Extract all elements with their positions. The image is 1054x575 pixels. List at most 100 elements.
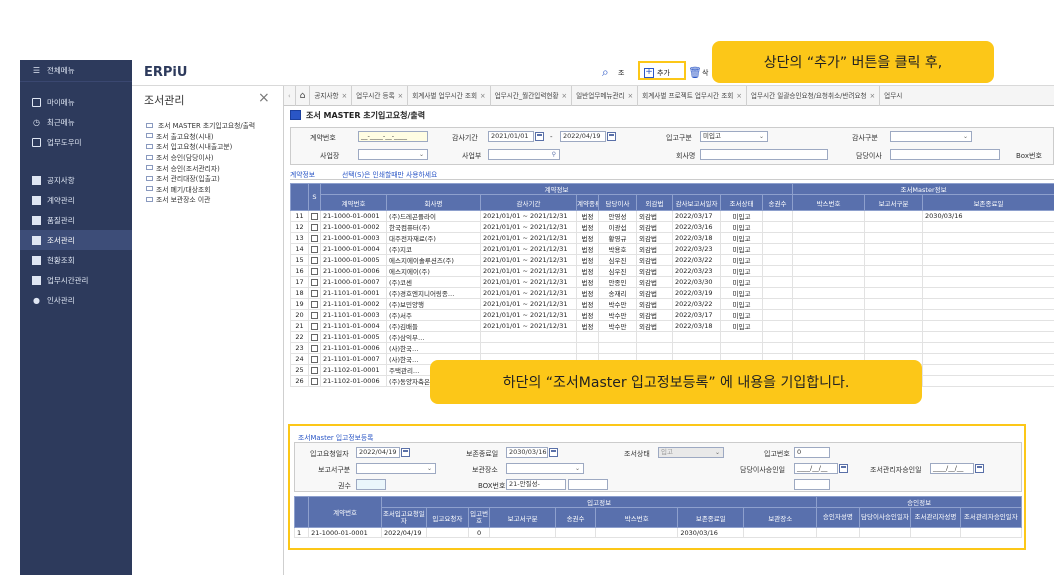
col-header[interactable]: 송권수 bbox=[761, 194, 794, 211]
tree-item[interactable]: 조서 승인(담당이사) bbox=[132, 152, 283, 163]
checkbox-icon[interactable] bbox=[311, 311, 318, 319]
table-row[interactable]: 22 21-1101-01-0005 (주)삼익부… bbox=[290, 331, 1054, 343]
table-row[interactable]: 19 21-1101-01-0002 (주)보민양행 2021/01/01 ~ 202… bbox=[290, 298, 1054, 310]
nav-item-hr[interactable]: ● 인사관리 bbox=[20, 290, 132, 310]
col-header[interactable]: 계약종류 bbox=[576, 194, 599, 211]
table-row[interactable]: 18 21-1101-01-0001 (주)경호엔지니어링종… 2021/01/01 … bbox=[290, 287, 1054, 299]
checkbox-icon[interactable] bbox=[311, 278, 318, 286]
tree-item[interactable]: 조서 승인(조서관리자) bbox=[132, 162, 283, 173]
checkbox-icon[interactable] bbox=[311, 322, 318, 330]
col-header-select[interactable]: S bbox=[308, 183, 321, 211]
tab-item[interactable]: 공지사항 × bbox=[310, 85, 353, 106]
tab-item[interactable]: 회계사별 업무시간 조회 × bbox=[408, 85, 491, 106]
tab-item[interactable]: 업무시간 일괄승인요청/요청취소/반려요청 × bbox=[747, 85, 881, 106]
nav-item-worktime[interactable]: 업무시간관리 bbox=[20, 270, 132, 290]
tab-item[interactable]: 회계사별 프로젝트 업무시간 조회 × bbox=[638, 85, 747, 106]
col-header[interactable]: 보고서구분 bbox=[864, 194, 924, 211]
row-select-checkbox[interactable] bbox=[308, 287, 321, 299]
row-select-checkbox[interactable] bbox=[308, 265, 321, 277]
tab-close-icon[interactable]: × bbox=[736, 92, 742, 100]
checkbox-icon[interactable] bbox=[311, 300, 318, 308]
row-select-checkbox[interactable] bbox=[308, 298, 321, 310]
col-header[interactable]: 외감법 bbox=[636, 194, 673, 211]
checkbox-icon[interactable] bbox=[311, 289, 318, 297]
checkbox-icon[interactable] bbox=[311, 366, 318, 374]
table-row[interactable]: 11 21-1000-01-0001 (주)드레곤플라이 2021/01/01 ~ 2… bbox=[290, 210, 1054, 222]
col-header[interactable]: 회사명 bbox=[386, 194, 481, 211]
tab-item[interactable]: 일반업무메뉴관리 × bbox=[572, 85, 639, 106]
table-row[interactable]: 13 21-1000-01-0003 대주전자재료(주) 2021/01/01 ~ 2… bbox=[290, 232, 1054, 244]
all-menu-button[interactable]: ☰ 전체메뉴 bbox=[20, 60, 132, 82]
trash-icon[interactable]: 🗑 bbox=[688, 66, 702, 79]
row-select-checkbox[interactable] bbox=[308, 221, 321, 233]
checkbox-icon[interactable] bbox=[311, 344, 318, 352]
calendar-icon[interactable] bbox=[607, 132, 616, 141]
nav-item-quality[interactable]: 품질관리 bbox=[20, 210, 132, 230]
nav-item-my-menu[interactable]: 마이메뉴 bbox=[20, 92, 132, 112]
col-header[interactable]: 감사기간 bbox=[480, 194, 577, 211]
search-icon[interactable]: ⚲ bbox=[552, 150, 556, 159]
checkbox-icon[interactable] bbox=[311, 234, 318, 242]
row-select-checkbox[interactable] bbox=[308, 342, 321, 354]
search-icon[interactable]: ⌕ bbox=[602, 65, 618, 79]
row-select-checkbox[interactable] bbox=[308, 232, 321, 244]
table-row[interactable]: 20 21-1101-01-0003 (주)서주 2021/01/01 ~ 2021/… bbox=[290, 309, 1054, 321]
col-header[interactable]: 감사보고서일자 bbox=[672, 194, 721, 211]
tree-item[interactable]: 조서 관리대장(입출고) bbox=[132, 173, 283, 184]
table-row[interactable]: 15 21-1000-01-0005 에스지에이솔루션즈(주) 2021/01/01 … bbox=[290, 254, 1054, 266]
table-row[interactable]: 21 21-1101-01-0004 (주)김배들 2021/01/01 ~ 2021… bbox=[290, 320, 1054, 332]
table-row[interactable]: 12 21-1000-01-0002 한국컴퓨터(주) 2021/01/01 ~ 20… bbox=[290, 221, 1054, 233]
col-header[interactable]: 보존종료일 bbox=[922, 194, 1054, 211]
home-icon[interactable]: ⌂ bbox=[296, 85, 311, 106]
division-input[interactable]: ⚲ bbox=[488, 149, 560, 160]
calendar-icon[interactable] bbox=[535, 132, 544, 141]
nav-item-helper[interactable]: 업무도우미 bbox=[20, 132, 132, 152]
checkbox-icon[interactable] bbox=[311, 355, 318, 363]
tab-scroll-left-icon[interactable]: ‹ bbox=[284, 85, 296, 106]
table-row[interactable]: 17 21-1000-01-0007 (주)코센 2021/01/01 ~ 2021/… bbox=[290, 276, 1054, 288]
tab-close-icon[interactable]: × bbox=[398, 92, 404, 100]
tab-close-icon[interactable]: × bbox=[562, 92, 568, 100]
col-header[interactable]: 박스번호 bbox=[792, 194, 866, 211]
checkbox-icon[interactable] bbox=[311, 245, 318, 253]
delete-button[interactable]: 삭 bbox=[702, 68, 708, 78]
tab-item[interactable]: 업무시간_월간입력현황 × bbox=[491, 85, 573, 106]
col-header[interactable]: 조서상태 bbox=[720, 194, 763, 211]
tab-item[interactable]: 업무시 bbox=[880, 86, 906, 106]
company-input[interactable] bbox=[700, 149, 828, 160]
row-select-checkbox[interactable] bbox=[308, 254, 321, 266]
tree-item[interactable]: 조서 폐기/대상조회 bbox=[132, 184, 283, 195]
row-select-checkbox[interactable] bbox=[308, 309, 321, 321]
col-header[interactable]: 담당이사 bbox=[598, 194, 637, 211]
tree-item[interactable]: 조서 MASTER 초기입고요청/출력 bbox=[132, 120, 283, 131]
checkbox-icon[interactable] bbox=[311, 377, 318, 385]
checkbox-icon[interactable] bbox=[311, 212, 318, 220]
audit-type-select[interactable]: ⌄ bbox=[890, 131, 972, 142]
row-select-checkbox[interactable] bbox=[308, 353, 321, 365]
audit-to-input[interactable]: 2022/04/19 bbox=[560, 131, 606, 142]
contract-no-input[interactable]: __-____-__-____ bbox=[358, 131, 428, 142]
table-row[interactable]: 23 21-1101-01-0006 (사)한국… bbox=[290, 342, 1054, 354]
tree-item[interactable]: 조서 출고요청(시내) bbox=[132, 131, 283, 142]
row-select-checkbox[interactable] bbox=[308, 276, 321, 288]
row-select-checkbox[interactable] bbox=[308, 364, 321, 376]
nav-item-audit-docs[interactable]: 조서관리 bbox=[20, 230, 132, 250]
row-select-checkbox[interactable] bbox=[308, 320, 321, 332]
tab-close-icon[interactable]: × bbox=[870, 92, 876, 100]
nav-item-status[interactable]: 현황조회 bbox=[20, 250, 132, 270]
receipt-type-select[interactable]: 미입고 ⌄ bbox=[700, 131, 768, 142]
business-site-select[interactable]: ⌄ bbox=[358, 149, 428, 160]
tab-item[interactable]: 업무시간 등록 × bbox=[352, 85, 409, 106]
checkbox-icon[interactable] bbox=[311, 256, 318, 264]
close-icon[interactable]: × bbox=[258, 90, 270, 106]
row-select-checkbox[interactable] bbox=[308, 331, 321, 343]
query-button[interactable]: 조 bbox=[618, 68, 624, 78]
col-header[interactable]: 계약번호 bbox=[320, 194, 387, 211]
row-select-checkbox[interactable] bbox=[308, 210, 321, 222]
tab-close-icon[interactable]: × bbox=[480, 92, 486, 100]
nav-item-contract[interactable]: 계약관리 bbox=[20, 190, 132, 210]
audit-from-input[interactable]: 2021/01/01 bbox=[488, 131, 534, 142]
row-select-checkbox[interactable] bbox=[308, 243, 321, 255]
table-row[interactable]: 14 21-1000-01-0004 (주)지코 2021/01/01 ~ 2021/… bbox=[290, 243, 1054, 255]
tab-contract-info[interactable]: 계약정보 bbox=[290, 169, 315, 179]
